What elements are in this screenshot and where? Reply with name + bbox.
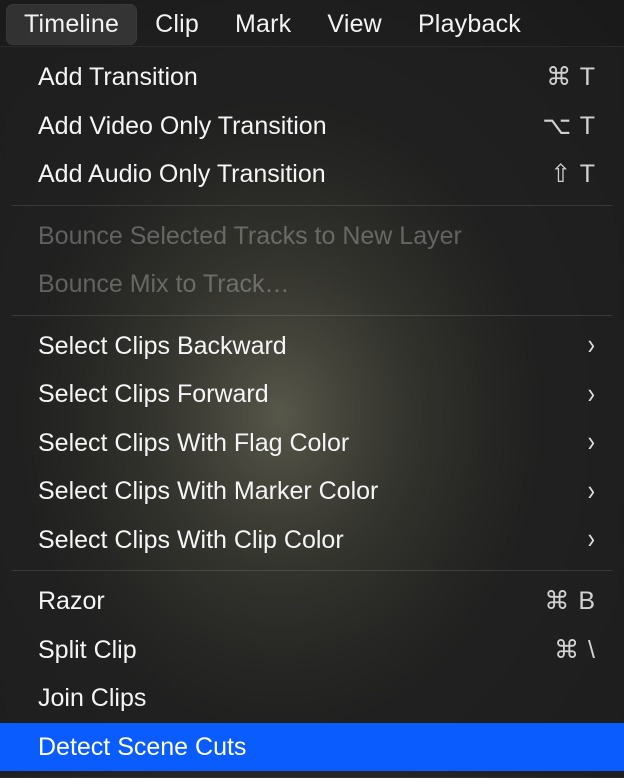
menubar-item-clip[interactable]: Clip <box>137 4 217 45</box>
menu-item-join-clips[interactable]: Join Clips <box>0 674 624 723</box>
menu-item-shortcut: ⌘ T <box>546 61 596 94</box>
menu-item-label: Select Clips With Clip Color <box>38 524 344 557</box>
submenu-indicator: › <box>588 477 596 506</box>
menu-item-label: Bounce Mix to Track… <box>38 268 289 301</box>
chevron-right-icon: › <box>588 473 596 510</box>
timeline-dropdown: Add Transition ⌘ T Add Video Only Transi… <box>0 46 624 778</box>
menubar-item-mark[interactable]: Mark <box>217 4 309 45</box>
menu-item-label: Add Video Only Transition <box>38 110 327 143</box>
menu-item-label: Razor <box>38 585 105 618</box>
menu-item-shortcut: ⌥ T <box>542 110 596 143</box>
submenu-indicator: › <box>588 331 596 360</box>
submenu-indicator: › <box>588 428 596 457</box>
chevron-right-icon: › <box>588 521 596 558</box>
menu-item-add-audio-only-transition[interactable]: Add Audio Only Transition ⇧ T <box>0 150 624 199</box>
menu-item-select-clips-backward[interactable]: Select Clips Backward › <box>0 322 624 371</box>
menu-item-label: Add Audio Only Transition <box>38 158 326 191</box>
menu-item-bounce-mix-to-track: Bounce Mix to Track… <box>0 260 624 309</box>
menu-item-bounce-selected-tracks: Bounce Selected Tracks to New Layer <box>0 212 624 261</box>
separator <box>12 205 612 206</box>
menu-item-add-video-only-transition[interactable]: Add Video Only Transition ⌥ T <box>0 102 624 151</box>
menu-item-label: Select Clips Backward <box>38 330 287 363</box>
menu-item-select-clips-marker-color[interactable]: Select Clips With Marker Color › <box>0 467 624 516</box>
submenu-indicator: › <box>588 525 596 554</box>
menu-item-add-transition[interactable]: Add Transition ⌘ T <box>0 53 624 102</box>
chevron-right-icon: › <box>588 376 596 413</box>
menu-item-label: Split Clip <box>38 634 137 667</box>
menubar-item-playback[interactable]: Playback <box>400 4 539 45</box>
menu-item-label: Detect Scene Cuts <box>38 731 246 764</box>
menu-item-label: Select Clips With Flag Color <box>38 427 349 460</box>
menu-item-label: Add Transition <box>38 61 198 94</box>
menu-item-label: Select Clips With Marker Color <box>38 475 378 508</box>
menu-item-detect-scene-cuts[interactable]: Detect Scene Cuts <box>0 723 624 772</box>
menubar-item-view[interactable]: View <box>309 4 400 45</box>
separator <box>12 570 612 571</box>
chevron-right-icon: › <box>588 327 596 364</box>
menu-item-label: Bounce Selected Tracks to New Layer <box>38 220 462 253</box>
menu-item-shortcut: ⇧ T <box>550 158 596 191</box>
menu-item-razor[interactable]: Razor ⌘ B <box>0 577 624 626</box>
menu-item-split-clip[interactable]: Split Clip ⌘ \ <box>0 626 624 675</box>
submenu-indicator: › <box>588 380 596 409</box>
menu-item-label: Select Clips Forward <box>38 378 269 411</box>
menubar: Timeline Clip Mark View Playback <box>0 0 624 51</box>
menubar-item-timeline[interactable]: Timeline <box>6 4 137 45</box>
menu-item-shortcut: ⌘ \ <box>554 634 596 667</box>
menu-item-label: Join Clips <box>38 682 146 715</box>
menu-item-shortcut: ⌘ B <box>544 585 596 618</box>
menu-item-select-clips-flag-color[interactable]: Select Clips With Flag Color › <box>0 419 624 468</box>
separator <box>12 315 612 316</box>
menu-item-select-clips-forward[interactable]: Select Clips Forward › <box>0 370 624 419</box>
chevron-right-icon: › <box>588 424 596 461</box>
menu-item-select-clips-clip-color[interactable]: Select Clips With Clip Color › <box>0 516 624 565</box>
